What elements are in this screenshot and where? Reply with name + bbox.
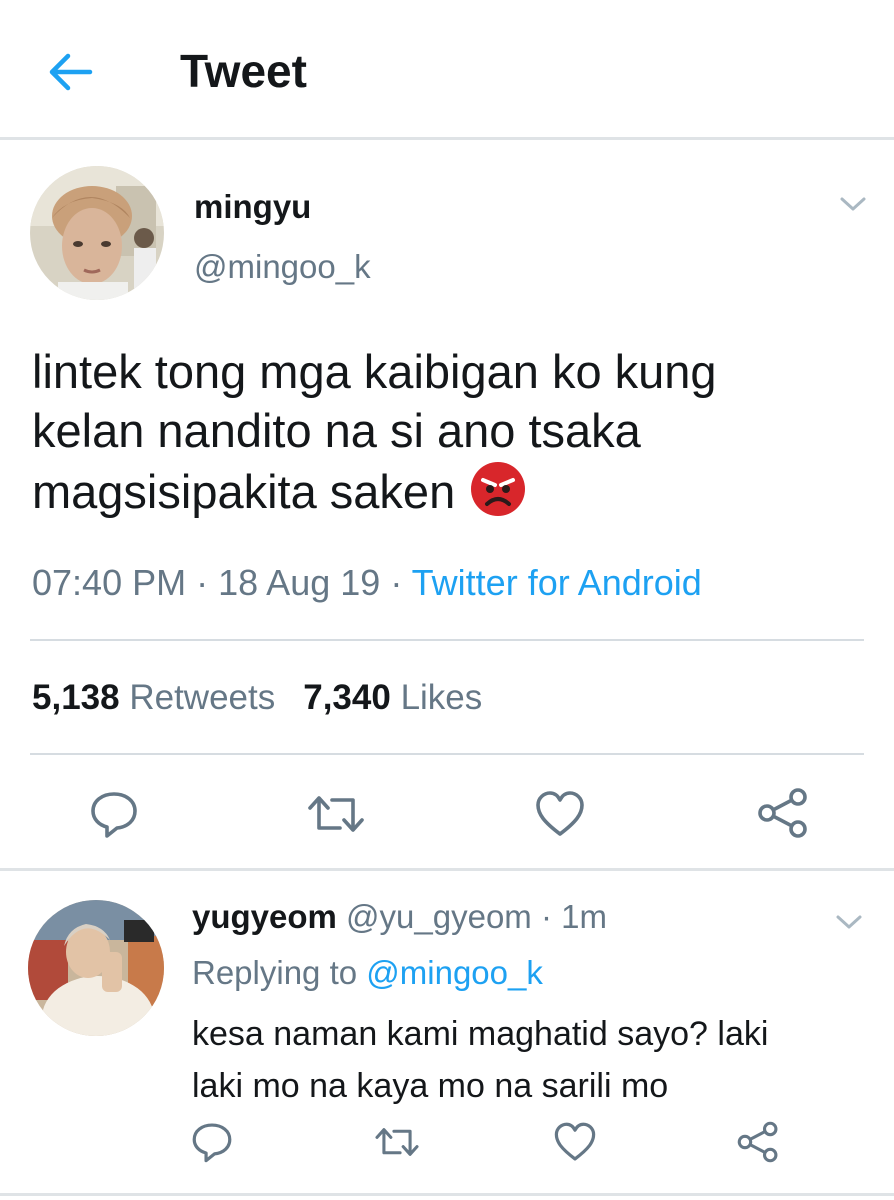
angry-face-emoji (469, 460, 527, 518)
comment-icon (192, 1123, 232, 1163)
tweet-meta: 07:40 PM · 18 Aug 19 · Twitter for Andro… (32, 562, 702, 604)
section-divider (0, 868, 894, 871)
reply-age: 1m (561, 898, 607, 935)
reply-text: kesa naman kami maghatid sayo? laki laki… (192, 1008, 872, 1112)
author-name[interactable]: mingyu (194, 188, 311, 226)
arrow-left-icon (49, 53, 93, 91)
reply-author-name[interactable]: yugyeom (192, 898, 337, 935)
retweet-icon (308, 796, 364, 832)
tweet-text-line: kelan nandito na si ano tsaka (32, 404, 641, 457)
section-divider (0, 1193, 894, 1196)
reply-text-line: laki mo na kaya mo na sarili mo (192, 1067, 669, 1105)
divider (30, 639, 864, 641)
tweet-text-line-3: magsisipakita saken (32, 465, 456, 518)
divider (30, 753, 864, 755)
likes-count: 7,340 (303, 678, 391, 717)
reply-reply-button[interactable] (190, 1120, 234, 1164)
meta-separator: · (196, 562, 209, 603)
profile-photo (28, 900, 164, 1036)
tweet-text-line: lintek tong mga kaibigan ko kung (32, 345, 717, 398)
reply-button[interactable] (88, 788, 140, 840)
reply-text-line: kesa naman kami maghatid sayo? laki (192, 1015, 769, 1053)
reply-like-button[interactable] (553, 1120, 597, 1164)
comment-icon (91, 792, 137, 838)
tweet-stats: 5,138 Retweets 7,340 Likes (32, 678, 482, 718)
share-icon (737, 1121, 778, 1163)
profile-photo (30, 166, 164, 300)
reply-author-handle[interactable]: @yu_gyeom (346, 898, 532, 935)
reply-header: yugyeom @yu_gyeom · 1m (192, 898, 607, 936)
app-header: Tweet (0, 0, 894, 140)
retweets-count: 5,138 (32, 678, 120, 717)
reply-retweet-button[interactable] (372, 1122, 422, 1162)
likes-stat[interactable]: 7,340 Likes (303, 678, 482, 717)
share-button[interactable] (756, 786, 810, 840)
retweets-stat[interactable]: 5,138 Retweets (32, 678, 275, 717)
share-icon (758, 788, 807, 838)
tweet-text-line: magsisipakita saken (32, 460, 862, 521)
tweet-source-link[interactable]: Twitter for Android (412, 562, 702, 603)
meta-separator: · (390, 562, 403, 603)
author-handle[interactable]: @mingoo_k (194, 248, 371, 286)
retweet-button[interactable] (306, 788, 366, 840)
tweet-time: 07:40 PM (32, 562, 187, 603)
tweet-text: lintek tong mga kaibigan ko kung kelan n… (32, 342, 862, 521)
meta-separator: · (540, 898, 552, 935)
replying-mention-link[interactable]: @mingoo_k (366, 954, 543, 991)
retweets-label: Retweets (129, 678, 276, 717)
reply-share-button[interactable] (736, 1120, 780, 1164)
retweet-icon (375, 1128, 419, 1156)
heart-icon (536, 791, 584, 836)
replying-to: Replying to @mingoo_k (192, 954, 543, 992)
back-button[interactable] (46, 50, 94, 94)
replying-label: Replying to (192, 954, 358, 991)
likes-label: Likes (400, 678, 483, 717)
avatar[interactable] (28, 900, 164, 1036)
chevron-down-icon[interactable] (838, 194, 868, 214)
page-title: Tweet (180, 45, 307, 97)
avatar[interactable] (30, 166, 164, 300)
chevron-down-icon[interactable] (834, 912, 864, 932)
like-button[interactable] (534, 788, 586, 840)
heart-icon (554, 1122, 596, 1161)
tweet-date: 18 Aug 19 (218, 562, 381, 603)
